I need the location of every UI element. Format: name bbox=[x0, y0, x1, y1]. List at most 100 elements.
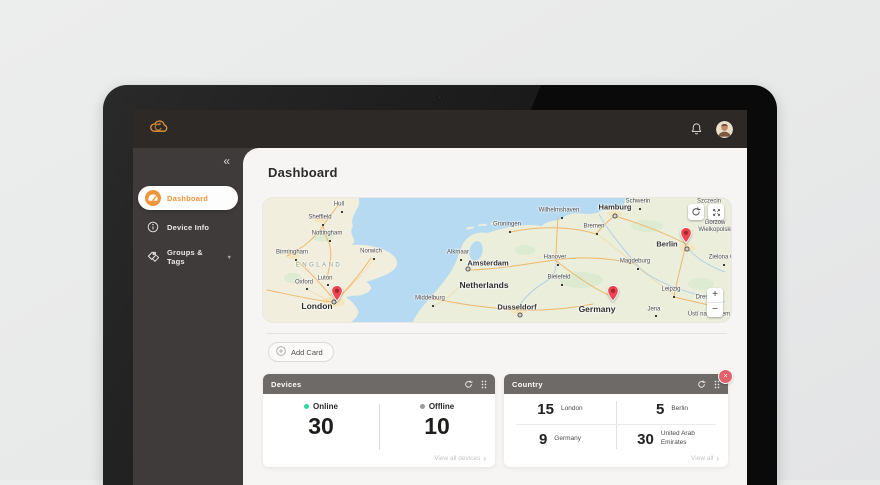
country-label: London bbox=[561, 405, 583, 414]
close-icon[interactable]: × bbox=[718, 369, 733, 384]
country-stat-germany: 9Germany bbox=[504, 424, 616, 454]
map-city-marker bbox=[557, 264, 559, 266]
chevron-right-icon: › bbox=[716, 456, 719, 462]
chevron-down-icon[interactable]: ▾ bbox=[228, 254, 231, 261]
map-city-marker bbox=[723, 264, 725, 266]
view-all-label: View all bbox=[691, 455, 713, 462]
sidebar-item-label: Dashboard bbox=[167, 194, 208, 203]
map-pin-berlin[interactable] bbox=[680, 226, 693, 244]
sidebar-item-label: Groups & Tags bbox=[167, 248, 222, 266]
country-card: × Country 15London5Berlin9Germany30Unite… bbox=[504, 374, 728, 467]
country-label: United Arab Emirates bbox=[661, 430, 707, 448]
add-card-label: Add Card bbox=[291, 348, 323, 357]
country-stat-london: 15 London bbox=[504, 394, 616, 424]
sidebar-item-dashboard[interactable]: Dashboard bbox=[138, 186, 238, 210]
tags-icon bbox=[145, 249, 161, 265]
country-value: 5 bbox=[656, 401, 664, 418]
view-all-countries-link[interactable]: View all › bbox=[691, 455, 719, 462]
plus-circle-icon bbox=[276, 346, 286, 358]
sidebar-item-label: Device Info bbox=[167, 223, 209, 232]
map-city-marker bbox=[637, 268, 639, 270]
refresh-icon[interactable] bbox=[697, 380, 706, 389]
grid-divider-horizontal bbox=[516, 424, 716, 425]
map-city-marker bbox=[466, 267, 471, 272]
sidebar-item-device-info[interactable]: Device Info bbox=[138, 215, 238, 239]
devices-card-header[interactable]: Devices bbox=[263, 374, 495, 394]
country-card-header[interactable]: Country bbox=[504, 374, 728, 394]
map-city-marker bbox=[596, 233, 598, 235]
app-shell: « Dashboard Device Info Groups & Tags ▾ Das… bbox=[133, 148, 747, 485]
map-city-marker bbox=[460, 259, 462, 261]
map-fullscreen-button[interactable] bbox=[708, 204, 724, 220]
map-pin-london[interactable] bbox=[331, 284, 344, 302]
view-all-devices-link[interactable]: View all devices › bbox=[434, 455, 486, 462]
map-city-marker bbox=[613, 214, 618, 219]
online-status-dot bbox=[304, 404, 309, 409]
stat-label: Online bbox=[313, 402, 338, 411]
zoom-out-button[interactable]: − bbox=[707, 303, 723, 317]
sidebar-collapse-icon[interactable]: « bbox=[223, 155, 229, 167]
map-city-marker bbox=[329, 240, 331, 242]
map-city-marker bbox=[518, 313, 523, 318]
main-content: Dashboard bbox=[243, 148, 747, 485]
devices-map[interactable]: HullSheffieldNottinghamBirminghamNorwich… bbox=[263, 198, 731, 322]
map-city-marker bbox=[322, 224, 324, 226]
map-city-marker bbox=[373, 258, 375, 260]
view-all-devices-label: View all devices bbox=[434, 455, 480, 462]
map-city-marker bbox=[685, 247, 690, 252]
map-city-marker bbox=[639, 208, 641, 210]
map-city-marker bbox=[561, 284, 563, 286]
country-value: 30 bbox=[637, 431, 654, 448]
cloud-logo-icon bbox=[147, 118, 173, 140]
stat-value: 30 bbox=[308, 415, 334, 438]
map-pin-germany[interactable] bbox=[607, 284, 620, 302]
stats-divider bbox=[379, 404, 380, 450]
add-card-button[interactable]: Add Card bbox=[268, 342, 334, 362]
notification-bell-icon[interactable] bbox=[690, 122, 703, 136]
sidebar-item-groups-tags[interactable]: Groups & Tags ▾ bbox=[138, 244, 238, 270]
info-icon bbox=[145, 219, 161, 235]
map-city-marker bbox=[673, 296, 675, 298]
sidebar: « Dashboard Device Info Groups & Tags ▾ bbox=[133, 148, 243, 485]
map-city-marker bbox=[341, 211, 343, 213]
devices-stats: Online 30 Offline 10 bbox=[263, 402, 495, 448]
country-label: Berlin bbox=[671, 405, 688, 414]
offline-status-dot bbox=[420, 404, 425, 409]
webcam-dot bbox=[436, 94, 443, 101]
map-city-marker bbox=[561, 217, 563, 219]
country-stat-berlin: 5 Berlin bbox=[616, 394, 728, 424]
map-city-marker bbox=[655, 315, 657, 317]
grid-divider-vertical bbox=[616, 401, 617, 449]
app-screen: « Dashboard Device Info Groups & Tags ▾ Das… bbox=[133, 110, 747, 485]
stat-label-row: Online bbox=[304, 402, 338, 411]
map-zoom-control: + − bbox=[707, 288, 723, 317]
country-label: Germany bbox=[554, 435, 581, 444]
map-refresh-button[interactable] bbox=[688, 204, 704, 220]
country-card-title: Country bbox=[512, 380, 543, 389]
stat-label-row: Offline bbox=[420, 402, 454, 411]
section-divider bbox=[267, 333, 727, 334]
map-city-marker bbox=[306, 288, 308, 290]
user-avatar[interactable] bbox=[716, 121, 733, 138]
devices-card: Devices Online 30 Offline 10 View all devic… bbox=[263, 374, 495, 467]
zoom-in-button[interactable]: + bbox=[707, 288, 723, 303]
laptop-frame: « Dashboard Device Info Groups & Tags ▾ Das… bbox=[103, 85, 777, 485]
map-city-marker bbox=[509, 231, 511, 233]
map-city-marker bbox=[327, 284, 329, 286]
map-city-marker bbox=[432, 305, 434, 307]
gauge-icon bbox=[145, 190, 161, 206]
refresh-icon[interactable] bbox=[464, 380, 473, 389]
cards-row: Devices Online 30 Offline 10 View all devic… bbox=[263, 374, 731, 467]
chevron-right-icon: › bbox=[483, 456, 486, 462]
sidebar-nav: Dashboard Device Info Groups & Tags ▾ bbox=[133, 186, 243, 270]
stat-value: 10 bbox=[424, 415, 450, 438]
country-value: 15 bbox=[537, 401, 554, 418]
page-title: Dashboard bbox=[268, 165, 731, 180]
device-stat-online: Online 30 bbox=[263, 402, 379, 448]
topbar bbox=[133, 110, 747, 148]
map-city-marker bbox=[295, 259, 297, 261]
devices-card-title: Devices bbox=[271, 380, 301, 389]
stat-label: Offline bbox=[429, 402, 454, 411]
drag-grip-icon[interactable] bbox=[481, 380, 487, 389]
country-stat-united-arab-emirates: 30 United Arab Emirates bbox=[616, 424, 728, 454]
